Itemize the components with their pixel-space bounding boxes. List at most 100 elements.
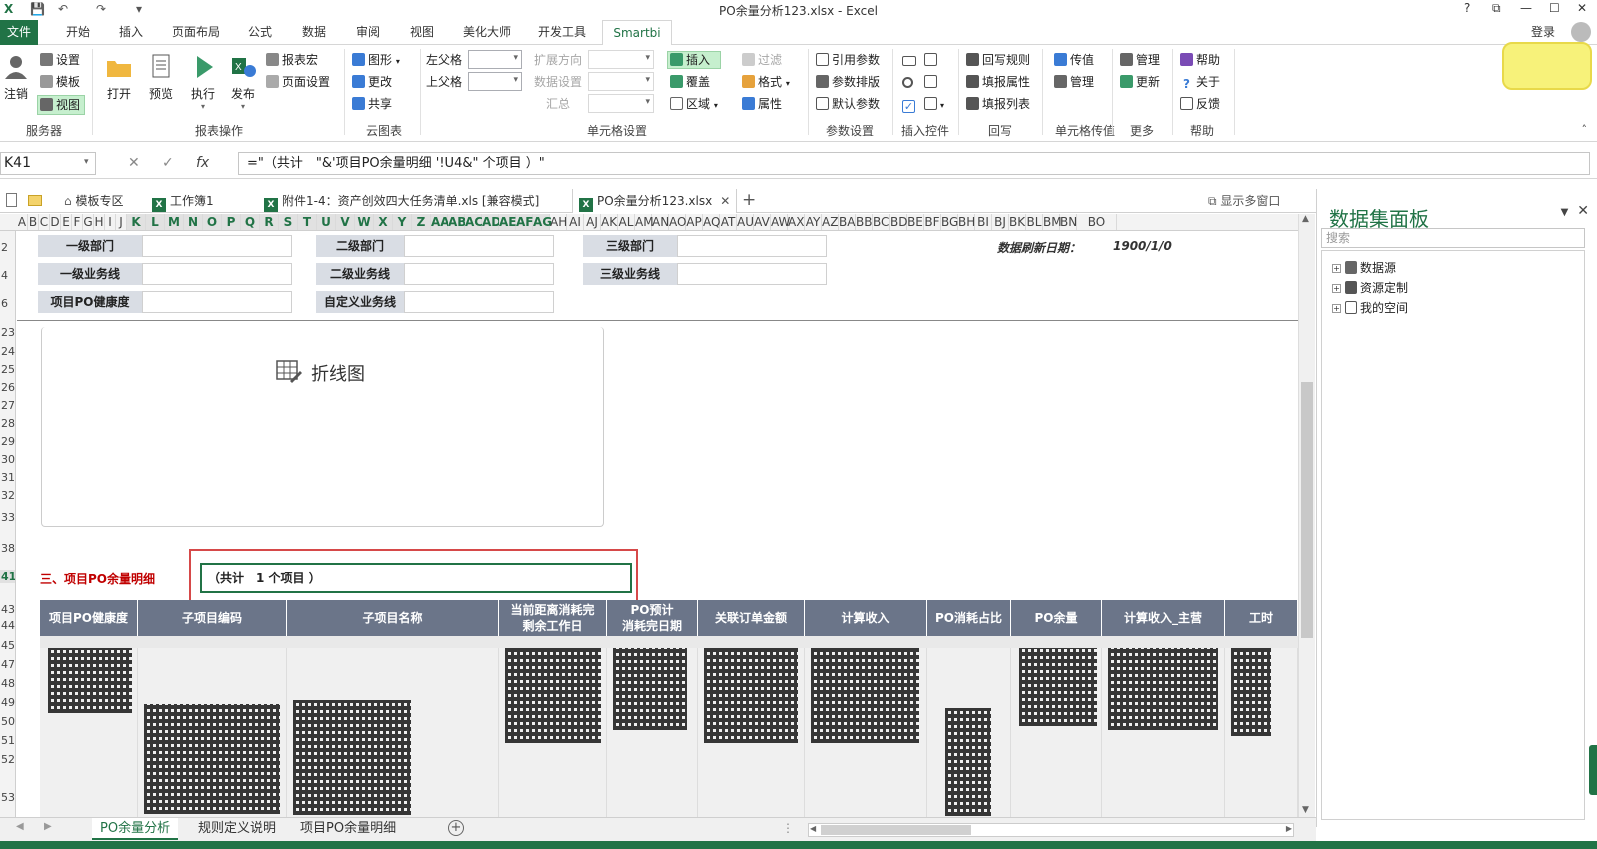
tab-page-layout[interactable]: 页面布局	[166, 20, 226, 45]
column-header[interactable]: 计算收入	[805, 600, 927, 636]
column-header-bi[interactable]: BI	[975, 214, 992, 230]
doc-tab-po-analysis[interactable]: X PO余量分析123.xlsx ✕	[572, 189, 738, 213]
vertical-scroll-thumb[interactable]	[1301, 382, 1313, 638]
column-header-r[interactable]: R	[260, 214, 279, 230]
radio-control-button[interactable]	[902, 74, 916, 90]
column-header-bc[interactable]: BC	[873, 214, 890, 230]
login-link[interactable]: 登录	[1531, 23, 1555, 40]
combo-control-button[interactable]	[924, 74, 940, 90]
vertical-scrollbar[interactable]: ▲ ▼	[1298, 214, 1315, 817]
table-cell[interactable]	[40, 648, 138, 817]
tab-beautify[interactable]: 美化大师	[456, 20, 518, 45]
row-header-32[interactable]: 32	[0, 489, 15, 502]
publish-button[interactable]: X 发布 ▾	[228, 53, 258, 111]
filter-input-biz1[interactable]	[142, 263, 292, 285]
expand-icon[interactable]: +	[1332, 264, 1341, 273]
column-header-bj[interactable]: BJ	[992, 214, 1009, 230]
logout-button[interactable]: 注销	[2, 53, 30, 102]
column-header-ag[interactable]: AG	[533, 214, 552, 230]
column-header-ax[interactable]: AX	[788, 214, 805, 230]
table-cell[interactable]	[1225, 648, 1298, 817]
tree-node-myspace[interactable]: + 我的空间	[1332, 299, 1408, 316]
column-header-ap[interactable]: AP	[686, 214, 703, 230]
panel-search-input[interactable]: 搜索	[1321, 228, 1585, 248]
graph-button[interactable]: 图形 ▾	[352, 52, 400, 70]
tab-view[interactable]: 视图	[404, 20, 440, 45]
column-header[interactable]: PO消耗占比	[927, 600, 1011, 636]
row-header-50[interactable]: 50	[0, 715, 15, 728]
expand-icon[interactable]: +	[1332, 284, 1341, 293]
maximize-button[interactable]: ☐	[1549, 1, 1560, 15]
column-header-ac[interactable]: AC	[465, 214, 483, 230]
column-header-au[interactable]: AU	[737, 214, 754, 230]
column-header-bb[interactable]: BB	[856, 214, 873, 230]
column-header-aa[interactable]: AA	[431, 214, 450, 230]
expand-icon[interactable]: +	[1332, 304, 1341, 313]
column-header-bo[interactable]: BO	[1077, 214, 1117, 230]
column-header-g[interactable]: G	[83, 214, 94, 230]
row-header-49[interactable]: 49	[0, 696, 15, 709]
filter-input-dept3[interactable]	[677, 235, 827, 257]
row-header-4[interactable]: 4	[0, 269, 15, 282]
more-manage-button[interactable]: 管理	[1120, 52, 1160, 68]
template-button[interactable]: 模板	[40, 74, 80, 90]
sheet-tab-rules[interactable]: 规则定义说明	[190, 818, 284, 840]
column-header[interactable]: 子项目名称	[287, 600, 499, 636]
table-cell[interactable]	[138, 648, 287, 817]
table-cell[interactable]	[1102, 648, 1225, 817]
column-header-y[interactable]: Y	[393, 214, 412, 230]
insert-button[interactable]: 插入	[666, 51, 722, 69]
sheet-tab-po-analysis[interactable]: PO余量分析	[92, 818, 179, 840]
panel-menu-icon[interactable]: ▼	[1561, 207, 1569, 218]
pass-value-button[interactable]: 传值	[1054, 52, 1094, 68]
column-header-d[interactable]: D	[50, 214, 61, 230]
summary-select[interactable]: ▾	[588, 94, 654, 113]
column-header-o[interactable]: O	[203, 214, 222, 230]
filter-button[interactable]: 过滤	[742, 52, 782, 68]
panel-close-icon[interactable]: ✕	[1577, 203, 1589, 219]
column-header-j[interactable]: J	[116, 214, 127, 230]
update-button[interactable]: 更新	[1120, 74, 1160, 90]
tab-insert[interactable]: 插入	[112, 20, 150, 45]
writeback-rule-button[interactable]: 回写规则	[966, 52, 1030, 68]
column-header-bd[interactable]: BD	[890, 214, 907, 230]
column-header-h[interactable]: H	[94, 214, 105, 230]
up-parent-select[interactable]: ▾	[468, 72, 522, 91]
row-header-23[interactable]: 23	[0, 326, 15, 339]
column-header-ao[interactable]: AO	[669, 214, 686, 230]
column-header-an[interactable]: AN	[652, 214, 669, 230]
insert-function-icon[interactable]: fx	[196, 155, 209, 171]
filter-input-dept1[interactable]	[142, 235, 292, 257]
column-header[interactable]: 项目PO健康度	[40, 600, 138, 636]
list-control-button[interactable]	[924, 52, 940, 68]
enter-icon[interactable]: ✓	[162, 155, 174, 171]
column-header-af[interactable]: AF	[516, 214, 533, 230]
column-header-aj[interactable]: AJ	[584, 214, 601, 230]
filter-input-biz3[interactable]	[677, 263, 827, 285]
column-header[interactable]: PO余量	[1011, 600, 1102, 636]
panel-side-handle[interactable]	[1589, 745, 1597, 795]
pass-manage-button[interactable]: 管理	[1054, 74, 1094, 90]
row-header-31[interactable]: 31	[0, 471, 15, 484]
column-header-c[interactable]: C	[39, 214, 50, 230]
selected-cell-k41[interactable]: （共计 1 个项目 ）	[200, 563, 632, 593]
column-header-p[interactable]: P	[222, 214, 241, 230]
page-setup-button[interactable]: 页面设置	[266, 74, 330, 90]
scroll-left-icon[interactable]: ◀	[810, 824, 816, 833]
column-header-f[interactable]: F	[72, 214, 83, 230]
table-cell[interactable]	[805, 648, 927, 817]
horizontal-scroll-thumb[interactable]	[821, 825, 971, 835]
filter-input-health[interactable]	[142, 291, 292, 313]
row-header-41[interactable]: 41	[0, 570, 15, 583]
tab-developer[interactable]: 开发工具	[532, 20, 592, 45]
property-button[interactable]: 属性	[742, 96, 782, 112]
column-header[interactable]: 当前距离消耗完 剩余工作日	[499, 600, 607, 636]
change-button[interactable]: 更改	[352, 74, 392, 90]
column-header[interactable]: 计算收入_主营	[1102, 600, 1225, 636]
row-header-30[interactable]: 30	[0, 453, 15, 466]
column-header-bg[interactable]: BG	[941, 214, 958, 230]
scroll-right-icon[interactable]: ▶	[1286, 824, 1292, 833]
row-header-29[interactable]: 29	[0, 435, 15, 448]
column-header-ab[interactable]: AB	[448, 214, 466, 230]
column-header[interactable]: PO预计 消耗完日期	[607, 600, 698, 636]
